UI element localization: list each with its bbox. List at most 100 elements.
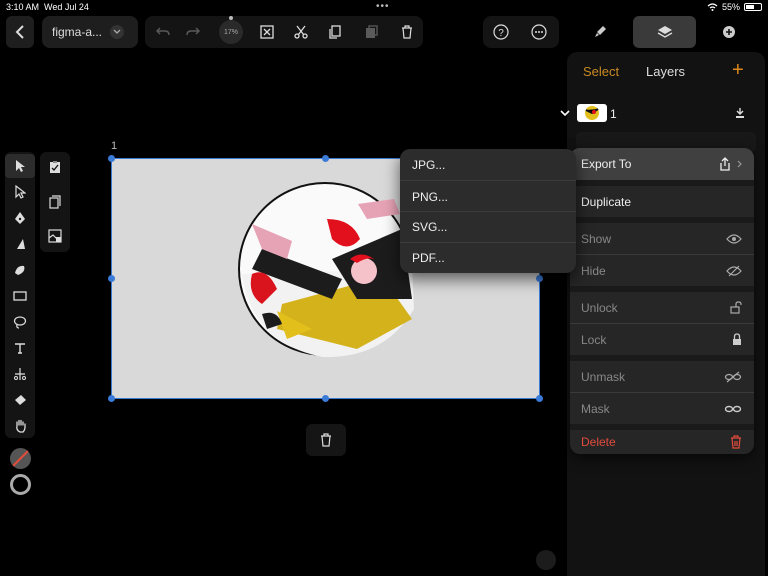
tool-hand[interactable] <box>5 414 35 438</box>
frame-number: 1 <box>111 140 118 152</box>
duplicate-doc-button[interactable] <box>40 190 70 214</box>
edit-toolbar-group: 17% <box>145 16 423 48</box>
resize-handle-top-left[interactable] <box>108 155 115 162</box>
menu-item-label: Unmask <box>581 369 626 384</box>
delete-toolbar-button[interactable] <box>393 16 421 48</box>
add-layer-button[interactable]: + <box>732 60 744 80</box>
tool-brush[interactable] <box>5 258 35 282</box>
resize-handle-bottom-right[interactable] <box>536 395 543 402</box>
menu-item-label: Duplicate <box>581 194 632 209</box>
paste-icon <box>366 25 378 38</box>
zoom-level: 17% <box>219 16 243 44</box>
undo-icon <box>156 27 170 36</box>
menu-duplicate[interactable]: Duplicate <box>570 186 754 217</box>
image-options-button[interactable] <box>40 224 70 248</box>
more-options-button[interactable] <box>525 16 553 48</box>
menu-show[interactable]: Show <box>570 223 754 254</box>
hand-icon <box>15 419 26 433</box>
blob-brush-icon <box>15 265 25 275</box>
menu-item-label: Show <box>581 231 612 246</box>
vector-pen-icon <box>17 239 25 249</box>
brush-icon <box>594 26 606 37</box>
status-date: Wed Jul 24 <box>44 2 89 12</box>
tool-pen[interactable] <box>5 206 35 230</box>
wifi-icon <box>707 3 718 11</box>
menu-item-label: Unlock <box>581 300 618 315</box>
tool-vector[interactable] <box>5 232 35 256</box>
tool-text[interactable] <box>5 336 35 360</box>
export-layer-icon[interactable] <box>735 107 745 119</box>
menu-export-to[interactable]: Export To <box>570 148 754 180</box>
unmask-icon <box>724 371 742 382</box>
menu-item-label: Lock <box>581 332 607 347</box>
mask-icon <box>724 405 742 412</box>
panel-title: Layers <box>646 64 686 79</box>
pen-nib-icon <box>15 212 25 224</box>
tab-add[interactable] <box>697 16 760 48</box>
menu-hide[interactable]: Hide <box>570 255 754 286</box>
home-indicator[interactable] <box>536 550 556 570</box>
back-button[interactable] <box>6 16 34 48</box>
undo-button[interactable] <box>149 16 177 48</box>
zoom-level-button[interactable]: 17% <box>217 16 245 48</box>
path-cut-icon <box>14 368 26 380</box>
export-format-label: JPG... <box>412 157 446 172</box>
no-fill-icon <box>12 450 29 467</box>
export-format-label: PNG... <box>412 189 449 204</box>
copy-button[interactable] <box>321 16 349 48</box>
resize-handle-top[interactable] <box>322 155 329 162</box>
resize-handle-left[interactable] <box>108 275 115 282</box>
resize-handle-bottom[interactable] <box>322 395 329 402</box>
status-time: 3:10 AM <box>6 2 40 12</box>
layer-row[interactable]: 1 <box>556 103 766 125</box>
share-icon <box>720 157 730 171</box>
menu-unlock[interactable]: Unlock <box>570 292 754 323</box>
tab-layers[interactable] <box>633 16 696 48</box>
unlock-icon <box>730 301 742 314</box>
menu-lock[interactable]: Lock <box>570 324 754 355</box>
menu-item-label: Delete <box>581 435 616 449</box>
export-png[interactable]: PNG... <box>400 181 576 212</box>
help-button[interactable]: ? <box>487 16 515 48</box>
redo-icon <box>186 27 200 36</box>
tool-scissors[interactable] <box>5 362 35 386</box>
tool-direct-select[interactable] <box>5 180 35 204</box>
image-grid-icon <box>48 229 62 243</box>
resize-handle-right[interactable] <box>536 275 543 282</box>
menu-unmask[interactable]: Unmask <box>570 361 754 392</box>
redo-button[interactable] <box>179 16 207 48</box>
fill-swatch[interactable] <box>10 448 31 469</box>
ellipsis-circle-icon <box>531 24 547 40</box>
trash-icon <box>402 25 412 39</box>
text-icon <box>15 343 25 354</box>
tool-lasso[interactable] <box>5 310 35 334</box>
export-jpg[interactable]: JPG... <box>400 149 576 180</box>
document-menu-button[interactable]: figma-a... <box>42 16 138 48</box>
tool-select[interactable] <box>5 154 35 178</box>
arrow-cursor-icon <box>16 160 25 172</box>
menu-delete[interactable]: Delete <box>570 430 754 454</box>
canvas-delete-button[interactable] <box>306 424 346 456</box>
stroke-swatch[interactable] <box>10 474 31 495</box>
export-pdf[interactable]: PDF... <box>400 242 576 273</box>
deselect-icon <box>260 25 274 39</box>
clipboard-button[interactable] <box>40 155 70 179</box>
resize-handle-bottom-left[interactable] <box>108 395 115 402</box>
cut-button[interactable] <box>287 16 315 48</box>
lasso-icon <box>13 316 27 329</box>
tab-style[interactable] <box>568 16 631 48</box>
chevron-down-icon[interactable] <box>560 110 570 118</box>
inspector-tabs <box>565 16 765 48</box>
layer-name: 1 <box>610 107 617 121</box>
menu-mask[interactable]: Mask <box>570 393 754 424</box>
multitasking-dots-icon[interactable]: ••• <box>376 1 390 12</box>
layer-thumbnail <box>577 104 607 122</box>
rectangle-icon <box>13 291 27 301</box>
tool-shape[interactable] <box>5 284 35 308</box>
export-svg[interactable]: SVG... <box>400 211 576 242</box>
paste-button[interactable] <box>357 16 385 48</box>
select-button[interactable]: Select <box>583 64 619 79</box>
question-circle-icon: ? <box>493 24 509 40</box>
deselect-button[interactable] <box>253 16 281 48</box>
tool-eraser[interactable] <box>5 388 35 412</box>
